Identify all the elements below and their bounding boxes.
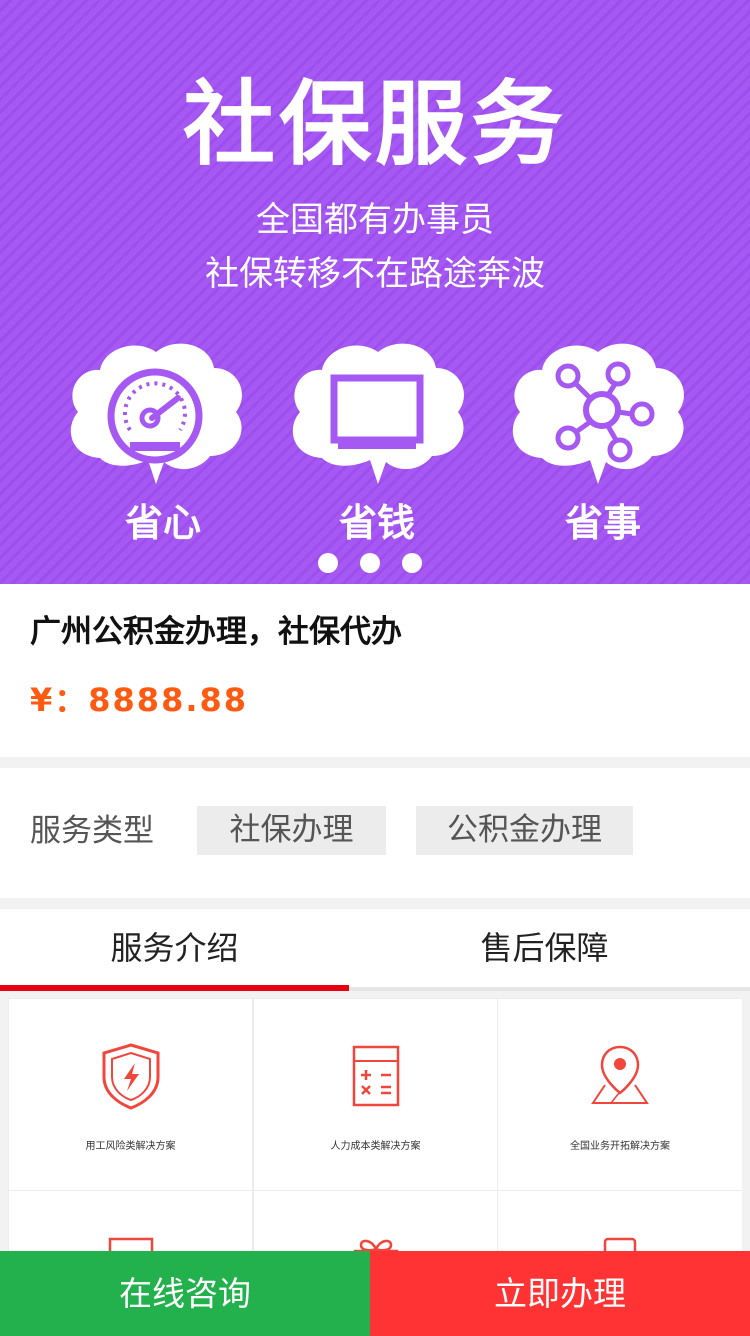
service-option-social-security[interactable]: 社保办理: [197, 806, 386, 855]
calculator-icon: [341, 1041, 411, 1111]
solution-card[interactable]: 人力成本类解决方案: [253, 998, 498, 1191]
service-type-section: 服务类型 社保办理 公积金办理: [0, 768, 750, 898]
solutions-grid: 用工风险类解决方案 人力成本类解决方案 全国业务开拓解决方案: [8, 998, 742, 1336]
tab-after-sales[interactable]: 售后保障: [363, 909, 726, 987]
feature-label-2: 省钱: [338, 501, 415, 545]
bottom-action-bar: 在线咨询 立即办理: [0, 1251, 750, 1336]
detail-tabs: 服务介绍 售后保障: [0, 909, 750, 991]
solution-caption: 用工风险类解决方案: [85, 1141, 176, 1152]
service-type-label: 服务类型: [30, 813, 154, 849]
banner-title: 社保服务: [182, 71, 567, 178]
feature-label-3: 省事: [564, 501, 641, 545]
solution-card[interactable]: 用工风险类解决方案: [8, 998, 253, 1191]
online-consult-button[interactable]: 在线咨询: [0, 1251, 370, 1336]
carousel-dots: [318, 553, 422, 573]
apply-now-button[interactable]: 立即办理: [370, 1251, 750, 1336]
shield-lightning-icon: [96, 1041, 166, 1111]
product-info: 广州公积金办理，社保代办 ¥：8888.88: [0, 584, 750, 757]
tab-service-intro[interactable]: 服务介绍: [0, 909, 349, 991]
banner-subtitle-2: 社保转移不在路途奔波: [205, 254, 545, 294]
carousel-dot[interactable]: [360, 553, 380, 573]
network-icon: [502, 338, 692, 486]
product-title: 广州公积金办理，社保代办: [30, 614, 402, 650]
solution-card[interactable]: 全国业务开拓解决方案: [497, 998, 742, 1191]
banner-subtitle-1: 全国都有办事员: [256, 200, 494, 240]
map-pin-icon: [585, 1041, 655, 1111]
solution-caption: 人力成本类解决方案: [330, 1141, 421, 1152]
product-price: ¥：8888.88: [30, 681, 249, 719]
solution-caption: 全国业务开拓解决方案: [570, 1141, 670, 1152]
service-option-housing-fund[interactable]: 公积金办理: [416, 806, 633, 855]
speedometer-icon: [60, 338, 250, 486]
feature-label-1: 省心: [124, 501, 201, 545]
carousel-dot[interactable]: [318, 553, 338, 573]
carousel-dot[interactable]: [402, 553, 422, 573]
monitor-icon: [282, 338, 472, 486]
banner-carousel[interactable]: 社保服务 全国都有办事员 社保转移不在路途奔波 省心 省钱 省事: [0, 0, 750, 584]
